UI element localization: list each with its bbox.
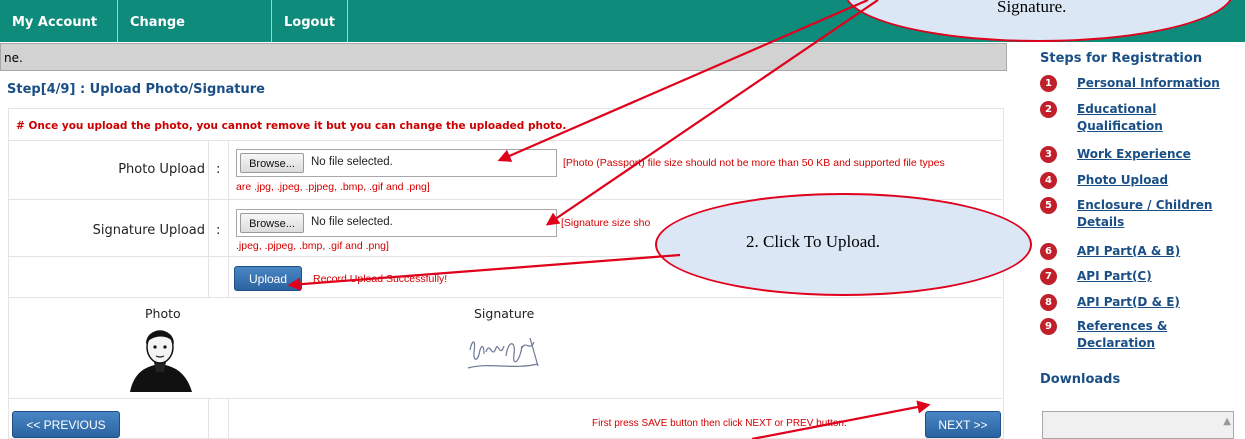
annotation-arrows (287, 0, 931, 439)
arrow-to-upload-button (287, 253, 681, 291)
arrow-to-next-button (751, 400, 931, 439)
arrow-to-photo-input (497, 0, 869, 162)
arrow-to-signature-input (545, 0, 879, 226)
